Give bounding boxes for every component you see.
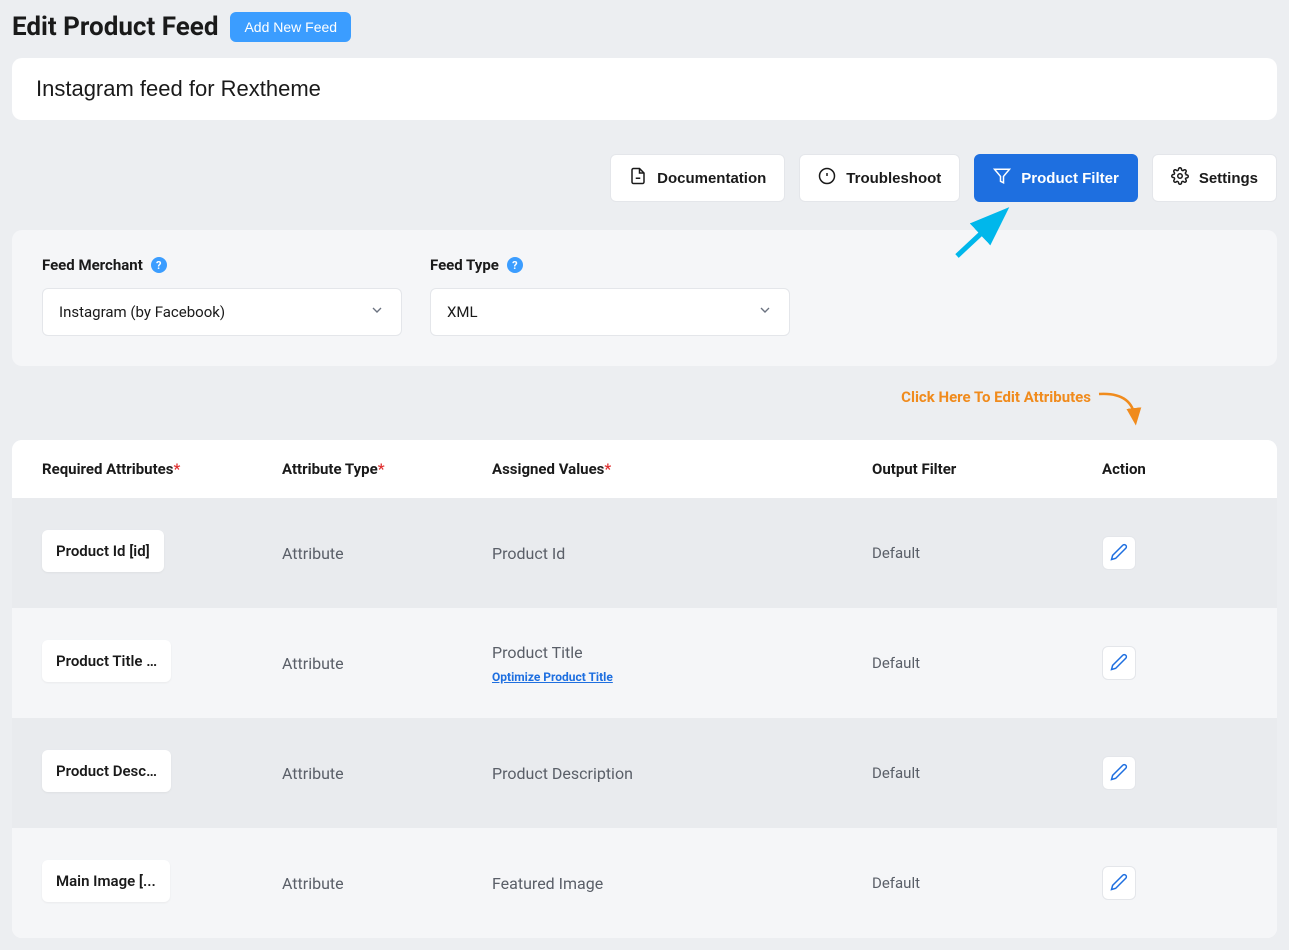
edit-attribute-button[interactable] <box>1102 536 1136 570</box>
config-card: Feed Merchant ? Instagram (by Facebook) … <box>12 230 1277 366</box>
add-new-feed-button[interactable]: Add New Feed <box>230 12 351 42</box>
output-filter-cell: Default <box>872 654 1102 672</box>
th-required: Required Attributes <box>42 460 173 478</box>
edit-attributes-hint-text: Click Here To Edit Attributes <box>901 388 1091 406</box>
pencil-icon <box>1110 543 1128 564</box>
feed-title-input[interactable] <box>36 76 1253 102</box>
assigned-value-cell: Featured Image <box>492 874 872 893</box>
table-row: Product Title … Attribute Product Title … <box>12 608 1277 718</box>
attributes-table: Required Attributes* Attribute Type* Ass… <box>12 440 1277 938</box>
feed-type-value: XML <box>447 303 478 321</box>
pencil-icon <box>1110 873 1128 894</box>
edit-attribute-button[interactable] <box>1102 756 1136 790</box>
assigned-value-cell: Product Description <box>492 764 872 783</box>
edit-attribute-button[interactable] <box>1102 646 1136 680</box>
feed-merchant-select[interactable]: Instagram (by Facebook) <box>42 288 402 336</box>
troubleshoot-label: Troubleshoot <box>846 170 941 187</box>
pencil-icon <box>1110 653 1128 674</box>
action-bar: Documentation Troubleshoot Product Filte… <box>12 154 1277 202</box>
settings-button[interactable]: Settings <box>1152 154 1277 202</box>
document-icon <box>629 167 647 189</box>
help-icon[interactable]: ? <box>507 257 523 273</box>
edit-attributes-hint: Click Here To Edit Attributes <box>12 388 1277 432</box>
chevron-down-icon <box>369 302 385 322</box>
assigned-value-cell: Product Id <box>492 544 872 563</box>
feed-type-label: Feed Type <box>430 256 499 274</box>
table-row: Product Desc… Attribute Product Descript… <box>12 718 1277 828</box>
curved-arrow-icon <box>1097 388 1147 432</box>
troubleshoot-button[interactable]: Troubleshoot <box>799 154 960 202</box>
th-output: Output Filter <box>872 460 956 478</box>
filter-icon <box>993 167 1011 189</box>
feed-title-card <box>12 58 1277 120</box>
output-filter-cell: Default <box>872 764 1102 782</box>
output-filter-cell: Default <box>872 874 1102 892</box>
feed-merchant-value: Instagram (by Facebook) <box>59 303 225 321</box>
attribute-type-cell: Attribute <box>282 764 492 783</box>
output-filter-cell: Default <box>872 544 1102 562</box>
attribute-type-cell: Attribute <box>282 544 492 563</box>
table-row: Product Id [id] Attribute Product Id Def… <box>12 498 1277 608</box>
page-title: Edit Product Feed <box>12 12 218 42</box>
table-header: Required Attributes* Attribute Type* Ass… <box>12 440 1277 498</box>
required-attribute-chip[interactable]: Product Id [id] <box>42 530 164 572</box>
attribute-type-cell: Attribute <box>282 874 492 893</box>
settings-label: Settings <box>1199 170 1258 187</box>
th-type: Attribute Type <box>282 460 378 478</box>
table-row: Main Image [... Attribute Featured Image… <box>12 828 1277 938</box>
feed-type-select[interactable]: XML <box>430 288 790 336</box>
th-action: Action <box>1102 460 1146 478</box>
documentation-button[interactable]: Documentation <box>610 154 785 202</box>
gear-icon <box>1171 167 1189 189</box>
required-attribute-chip[interactable]: Product Desc… <box>42 750 171 792</box>
feed-merchant-label: Feed Merchant <box>42 256 143 274</box>
product-filter-label: Product Filter <box>1021 170 1119 187</box>
alert-icon <box>818 167 836 189</box>
th-assigned: Assigned Values <box>492 460 604 478</box>
assigned-value-cell: Product Title <box>492 643 872 662</box>
required-attribute-chip[interactable]: Main Image [... <box>42 860 170 902</box>
optimize-product-title-link[interactable]: Optimize Product Title <box>492 670 872 684</box>
attribute-type-cell: Attribute <box>282 654 492 673</box>
help-icon[interactable]: ? <box>151 257 167 273</box>
pencil-icon <box>1110 763 1128 784</box>
edit-attribute-button[interactable] <box>1102 866 1136 900</box>
chevron-down-icon <box>757 302 773 322</box>
required-attribute-chip[interactable]: Product Title … <box>42 640 171 682</box>
product-filter-button[interactable]: Product Filter <box>974 154 1138 202</box>
documentation-label: Documentation <box>657 170 766 187</box>
